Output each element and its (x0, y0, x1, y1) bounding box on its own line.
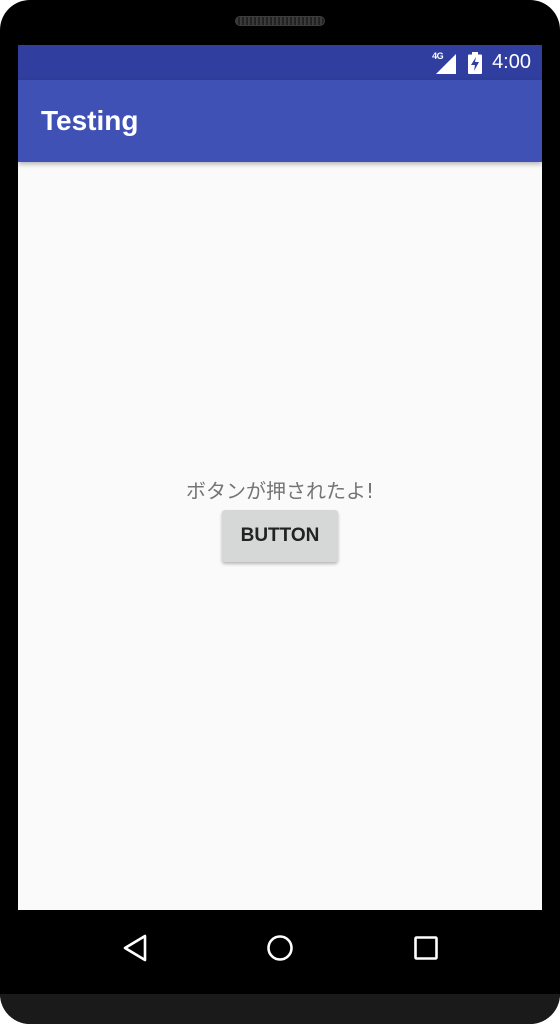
status-icons: 4G 4:00 (432, 45, 531, 80)
back-button[interactable] (115, 928, 155, 968)
signal-icon (436, 53, 457, 74)
battery-charging-icon (468, 51, 483, 74)
back-icon (123, 934, 147, 962)
phone-chin (0, 994, 560, 1024)
recents-button[interactable] (406, 928, 446, 968)
speaker-grille (235, 16, 325, 26)
status-bar: 4G 4:00 (18, 45, 542, 80)
navigation-bar (18, 910, 542, 994)
app-title: Testing (41, 105, 139, 136)
home-icon (267, 935, 293, 961)
status-message: ボタンが押されたよ! (185, 479, 375, 503)
app-bar: Testing (18, 80, 542, 162)
main-button[interactable]: BUTTON (222, 510, 338, 562)
network-indicator: 4G (432, 51, 458, 75)
status-clock: 4:00 (492, 51, 531, 73)
home-button[interactable] (260, 928, 300, 968)
phone-frame: 4G 4:00 Testing ボタンが押されたよ! BUTTON (0, 0, 560, 1024)
screen: 4G 4:00 Testing ボタンが押されたよ! BUTTON (18, 45, 542, 910)
recents-icon (414, 936, 438, 960)
